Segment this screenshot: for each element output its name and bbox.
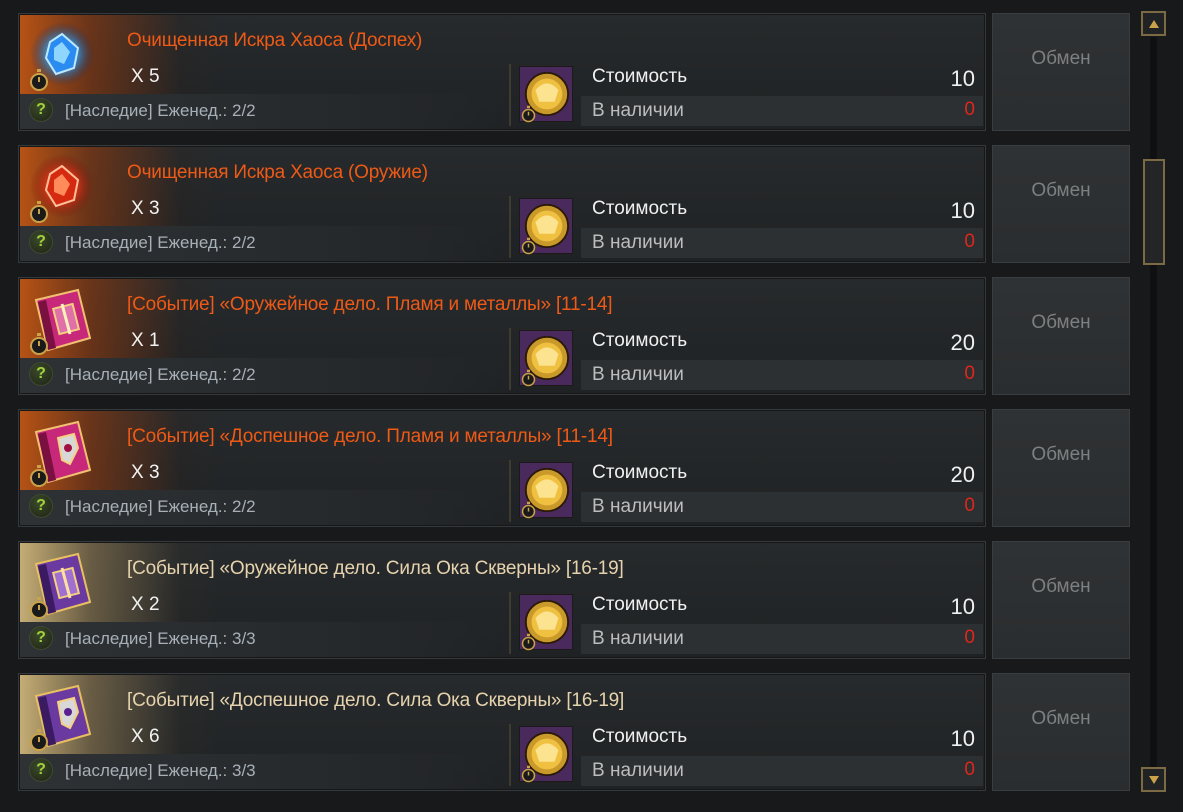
timer-icon (521, 369, 536, 387)
exchange-button-label: Обмен (1031, 444, 1091, 465)
exchange-button-label: Обмен (1031, 576, 1091, 597)
item-name: [Событие] «Оружейное дело. Сила Ока Скве… (127, 558, 624, 579)
timer-icon (521, 501, 536, 519)
weekly-limit: [Наследие] Еженед.: 3/3 (65, 761, 256, 780)
timer-icon (30, 729, 48, 751)
scrollbar-track[interactable] (1150, 37, 1157, 767)
cost-value: 20 (950, 462, 975, 487)
item-quantity: X 3 (131, 198, 160, 219)
help-icon[interactable]: ? (29, 98, 53, 122)
item-quantity: X 1 (131, 330, 160, 351)
stock-label: В наличии (592, 760, 684, 781)
exchange-button[interactable]: Обмен (992, 277, 1130, 395)
help-icon[interactable]: ? (29, 362, 53, 386)
exchange-button[interactable]: Обмен (992, 409, 1130, 527)
cost-label: Стоимость (592, 594, 688, 615)
scrollbar-thumb[interactable] (1143, 159, 1165, 265)
weekly-limit: [Наследие] Еженед.: 2/2 (65, 365, 256, 384)
item-quantity: X 2 (131, 594, 160, 615)
shop-item-row: [Событие] «Оружейное дело. Сила Ока Скве… (18, 541, 1130, 661)
weekly-limit: [Наследие] Еженед.: 2/2 (65, 233, 256, 252)
cost-label: Стоимость (592, 462, 688, 483)
cost-label: Стоимость (592, 726, 688, 747)
item-card: Очищенная Искра Хаоса (Оружие) X 3 ? [На… (18, 145, 986, 263)
stock-value: 0 (964, 363, 975, 384)
shop-item-row: Очищенная Искра Хаоса (Доспех) X 5 ? [На… (18, 13, 1130, 133)
item-card: Очищенная Искра Хаоса (Доспех) X 5 ? [На… (18, 13, 986, 131)
timer-icon (30, 597, 48, 619)
stock-label: В наличии (592, 232, 684, 253)
cost-value: 10 (950, 726, 975, 751)
shop-item-row: [Событие] «Оружейное дело. Пламя и метал… (18, 277, 1130, 397)
help-icon[interactable]: ? (29, 758, 53, 782)
stock-label: В наличии (592, 364, 684, 385)
exchange-button[interactable]: Обмен (992, 145, 1130, 263)
item-quantity: X 3 (131, 462, 160, 483)
timer-icon (521, 237, 536, 255)
stock-label: В наличии (592, 628, 684, 649)
item-name: Очищенная Искра Хаоса (Оружие) (127, 162, 428, 183)
shop-item-row: [Событие] «Доспешное дело. Сила Ока Скве… (18, 673, 1130, 793)
exchange-button[interactable]: Обмен (992, 541, 1130, 659)
timer-icon (30, 69, 48, 91)
stock-value: 0 (964, 99, 975, 120)
cost-label: Стоимость (592, 66, 688, 87)
divider (509, 724, 511, 786)
timer-icon (521, 633, 536, 651)
item-quantity: X 5 (131, 66, 160, 87)
divider (509, 592, 511, 654)
stock-label: В наличии (592, 100, 684, 121)
timer-icon (521, 105, 536, 123)
timer-icon (521, 765, 536, 783)
weekly-limit: [Наследие] Еженед.: 2/2 (65, 497, 256, 516)
cost-value: 10 (950, 66, 975, 91)
timer-icon (30, 201, 48, 223)
stock-value: 0 (964, 759, 975, 780)
scroll-up-icon[interactable] (1141, 11, 1166, 36)
exchange-button-label: Обмен (1031, 180, 1091, 201)
exchange-button[interactable]: Обмен (992, 13, 1130, 131)
stock-value: 0 (964, 231, 975, 252)
item-name: [Событие] «Доспешное дело. Пламя и метал… (127, 426, 613, 447)
item-card: [Событие] «Доспешное дело. Пламя и метал… (18, 409, 986, 527)
shop-item-row: [Событие] «Доспешное дело. Пламя и метал… (18, 409, 1130, 529)
help-icon[interactable]: ? (29, 626, 53, 650)
help-icon[interactable]: ? (29, 230, 53, 254)
help-icon[interactable]: ? (29, 494, 53, 518)
divider (509, 196, 511, 258)
exchange-button-label: Обмен (1031, 48, 1091, 69)
exchange-button-label: Обмен (1031, 312, 1091, 333)
item-name: [Событие] «Оружейное дело. Пламя и метал… (127, 294, 613, 315)
exchange-button-label: Обмен (1031, 708, 1091, 729)
item-name: Очищенная Искра Хаоса (Доспех) (127, 30, 423, 51)
divider (509, 328, 511, 390)
cost-label: Стоимость (592, 198, 688, 219)
stock-label: В наличии (592, 496, 684, 517)
divider (509, 460, 511, 522)
weekly-limit: [Наследие] Еженед.: 3/3 (65, 629, 256, 648)
timer-icon (30, 333, 48, 355)
item-quantity: X 6 (131, 726, 160, 747)
scrollbar[interactable] (1141, 9, 1166, 795)
scroll-down-icon[interactable] (1141, 767, 1166, 792)
stock-value: 0 (964, 627, 975, 648)
cost-value: 10 (950, 198, 975, 223)
weekly-limit: [Наследие] Еженед.: 2/2 (65, 101, 256, 120)
divider (509, 64, 511, 126)
item-name: [Событие] «Доспешное дело. Сила Ока Скве… (127, 690, 625, 711)
item-card: [Событие] «Оружейное дело. Сила Ока Скве… (18, 541, 986, 659)
cost-value: 10 (950, 594, 975, 619)
timer-icon (30, 465, 48, 487)
exchange-button[interactable]: Обмен (992, 673, 1130, 791)
item-card: [Событие] «Оружейное дело. Пламя и метал… (18, 277, 986, 395)
item-card: [Событие] «Доспешное дело. Сила Ока Скве… (18, 673, 986, 791)
cost-label: Стоимость (592, 330, 688, 351)
cost-value: 20 (950, 330, 975, 355)
shop-item-row: Очищенная Искра Хаоса (Оружие) X 3 ? [На… (18, 145, 1130, 265)
stock-value: 0 (964, 495, 975, 516)
